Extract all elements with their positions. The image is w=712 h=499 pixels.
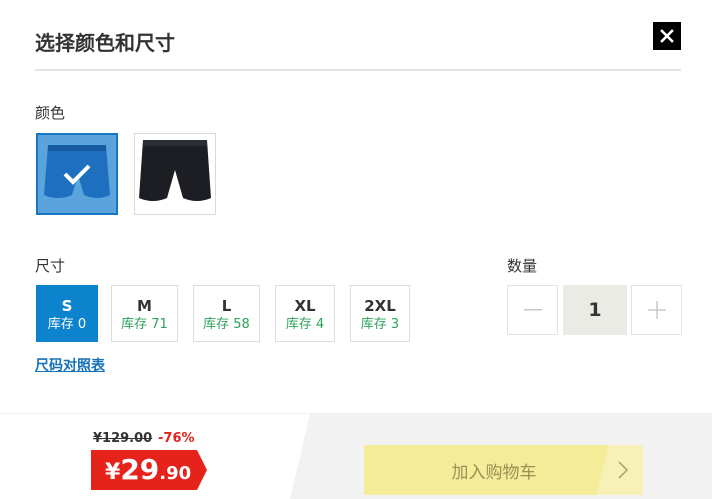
size-option-2xl[interactable]: 2XL 库存 3 <box>350 285 410 342</box>
size-name: M <box>137 297 152 315</box>
quantity-decrease-button[interactable] <box>507 285 558 335</box>
size-stock: 库存 71 <box>121 317 168 332</box>
chevron-right-icon <box>618 461 629 479</box>
color-label: 颜色 <box>35 104 66 122</box>
size-stock: 库存 0 <box>47 317 87 332</box>
add-to-cart-label: 加入购物车 <box>451 462 537 483</box>
size-name: XL <box>294 297 316 315</box>
dialog-title: 选择颜色和尺寸 <box>35 31 175 55</box>
color-option-blue[interactable] <box>36 133 118 215</box>
size-name: 2XL <box>364 297 396 315</box>
add-to-cart-button[interactable]: 加入购物车 <box>364 445 643 495</box>
quantity-value[interactable]: 1 <box>563 285 627 335</box>
quantity-label: 数量 <box>507 257 538 275</box>
discount-badge: -76% <box>158 431 195 446</box>
minus-icon <box>523 309 542 311</box>
size-option-m[interactable]: M 库存 71 <box>111 285 178 342</box>
header-divider <box>35 69 681 71</box>
size-stock: 库存 58 <box>203 317 250 332</box>
size-name: S <box>61 297 73 315</box>
size-option-s[interactable]: S 库存 0 <box>36 285 98 342</box>
quantity-increase-button[interactable] <box>631 285 682 335</box>
original-price: ¥129.00 <box>93 431 153 446</box>
close-icon <box>660 29 674 43</box>
close-button[interactable] <box>653 22 681 50</box>
size-chart-link[interactable]: 尺码对照表 <box>35 355 105 375</box>
size-name: L <box>221 297 232 315</box>
size-option-xl[interactable]: XL 库存 4 <box>275 285 335 342</box>
size-label: 尺寸 <box>35 257 66 275</box>
size-stock: 库存 4 <box>285 317 325 332</box>
price-integer: 29 <box>120 453 160 486</box>
price-decimal: .90 <box>159 463 192 484</box>
size-option-l[interactable]: L 库存 58 <box>193 285 260 342</box>
plus-icon <box>647 301 666 319</box>
size-stock: 库存 3 <box>360 317 400 332</box>
current-price: ¥29.90 <box>105 453 191 486</box>
price-currency: ¥ <box>105 460 121 485</box>
selected-check-icon <box>38 135 116 213</box>
color-option-black[interactable] <box>134 133 216 215</box>
black-shorts-image <box>135 134 215 214</box>
